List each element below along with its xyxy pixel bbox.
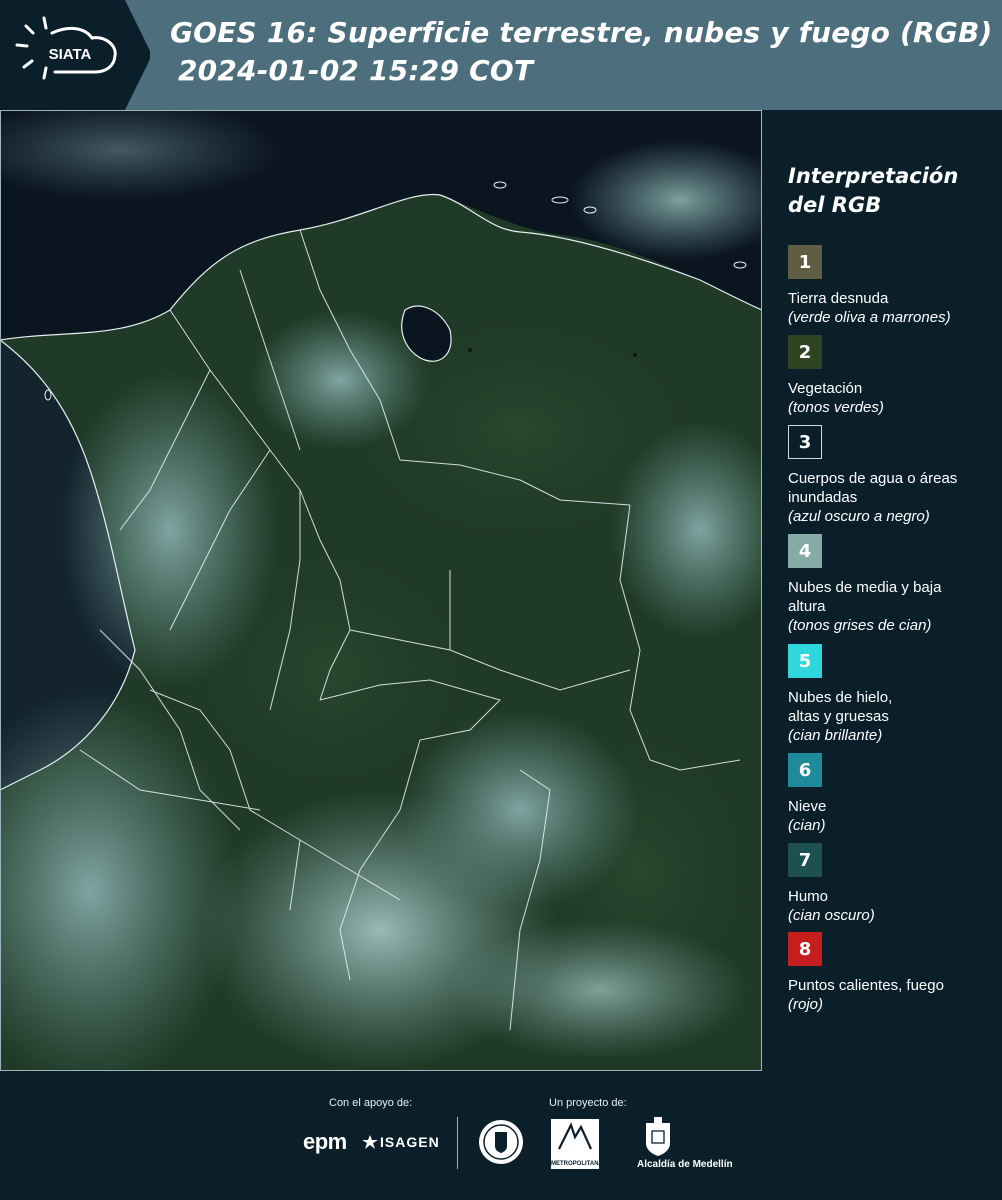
legend-hint: (cian oscuro)	[788, 907, 875, 924]
legend-label: Nubes de hielo, altas y gruesas	[788, 689, 893, 725]
area-metropolitana-text: METROPOLITANA	[551, 1161, 603, 1167]
area-metropolitana-mark-icon	[558, 1122, 593, 1150]
header: SIATA GOES 16: Superficie terrestre, nub…	[0, 0, 1002, 110]
legend-swatch: 5	[788, 644, 822, 678]
legend-swatch: 8	[788, 932, 822, 966]
siata-logo[interactable]: SIATA	[0, 0, 150, 110]
legend-item-snow: 6 Nieve (cian)	[788, 753, 993, 835]
legend-swatch: 4	[788, 534, 822, 568]
support-label: Con el apoyo de:	[329, 1097, 413, 1109]
project-label: Un proyecto de:	[549, 1097, 627, 1109]
isagen-icon	[362, 1135, 378, 1149]
isagen-logo[interactable]: ISAGEN	[362, 1134, 440, 1150]
legend-label: Nieve	[788, 798, 827, 815]
legend-hint: (azul oscuro a negro)	[788, 508, 930, 525]
legend-item-smoke: 7 Humo (cian oscuro)	[788, 843, 993, 925]
legend-swatch: 3	[788, 425, 822, 459]
alcaldia-crest-icon[interactable]	[643, 1117, 673, 1157]
epm-logo[interactable]: epm	[303, 1129, 347, 1155]
legend-label: Vegetación	[788, 380, 863, 397]
legend-label: Puntos calientes, fuego	[788, 977, 944, 994]
legend-hint: (rojo)	[788, 996, 824, 1013]
footer-divider	[457, 1117, 458, 1169]
legend-swatch: 7	[788, 843, 822, 877]
legend-item-ice-clouds: 5 Nubes de hielo, altas y gruesas (cian b…	[788, 644, 993, 745]
legend-item-water: 3 Cuerpos de agua o áreas inundadas (azul…	[788, 425, 993, 526]
legend-hint: (tonos verdes)	[788, 399, 884, 416]
legend-hint: (tonos grises de cian)	[788, 617, 932, 634]
legend-item-bare-soil: 1 Tierra desnuda (verde oliva a marrones)	[788, 245, 993, 327]
timestamp: 2024-01-02 15:29 COT	[178, 54, 534, 87]
legend-hint: (cian brillante)	[788, 727, 883, 744]
area-metropolitana-logo[interactable]: METROPOLITANA	[551, 1119, 603, 1169]
legend-label: Nubes de media y baja altura	[788, 579, 942, 615]
legend-label: Cuerpos de agua o áreas inundadas	[788, 470, 958, 506]
legend-item-low-clouds: 4 Nubes de media y baja altura (tonos gri…	[788, 534, 993, 635]
legend-item-vegetation: 2 Vegetación (tonos verdes)	[788, 335, 993, 417]
legend-panel: Interpretación del RGB 1 Tierra desnuda (…	[775, 110, 1002, 1071]
legend-item-fire: 8 Puntos calientes, fuego (rojo)	[788, 932, 993, 1014]
legend-swatch: 6	[788, 753, 822, 787]
legend-label: Tierra desnuda	[788, 290, 889, 307]
legend-label: Humo	[788, 888, 829, 905]
legend-hint: (verde oliva a marrones)	[788, 309, 951, 326]
university-seal-icon[interactable]	[477, 1118, 525, 1166]
satellite-map[interactable]	[0, 110, 762, 1071]
legend-swatch: 1	[788, 245, 822, 279]
legend-title: Interpretación del RGB	[788, 164, 959, 217]
alcaldia-text[interactable]: Alcaldía de Medellín	[637, 1159, 733, 1170]
isagen-text: ISAGEN	[380, 1134, 440, 1150]
footer: Con el apoyo de: Un proyecto de: epm ISA…	[0, 1071, 1002, 1200]
page-title: GOES 16: Superficie terrestre, nubes y f…	[170, 16, 993, 49]
legend-hint: (cian)	[788, 817, 826, 834]
logo-text: SIATA	[49, 46, 92, 63]
legend-swatch: 2	[788, 335, 822, 369]
